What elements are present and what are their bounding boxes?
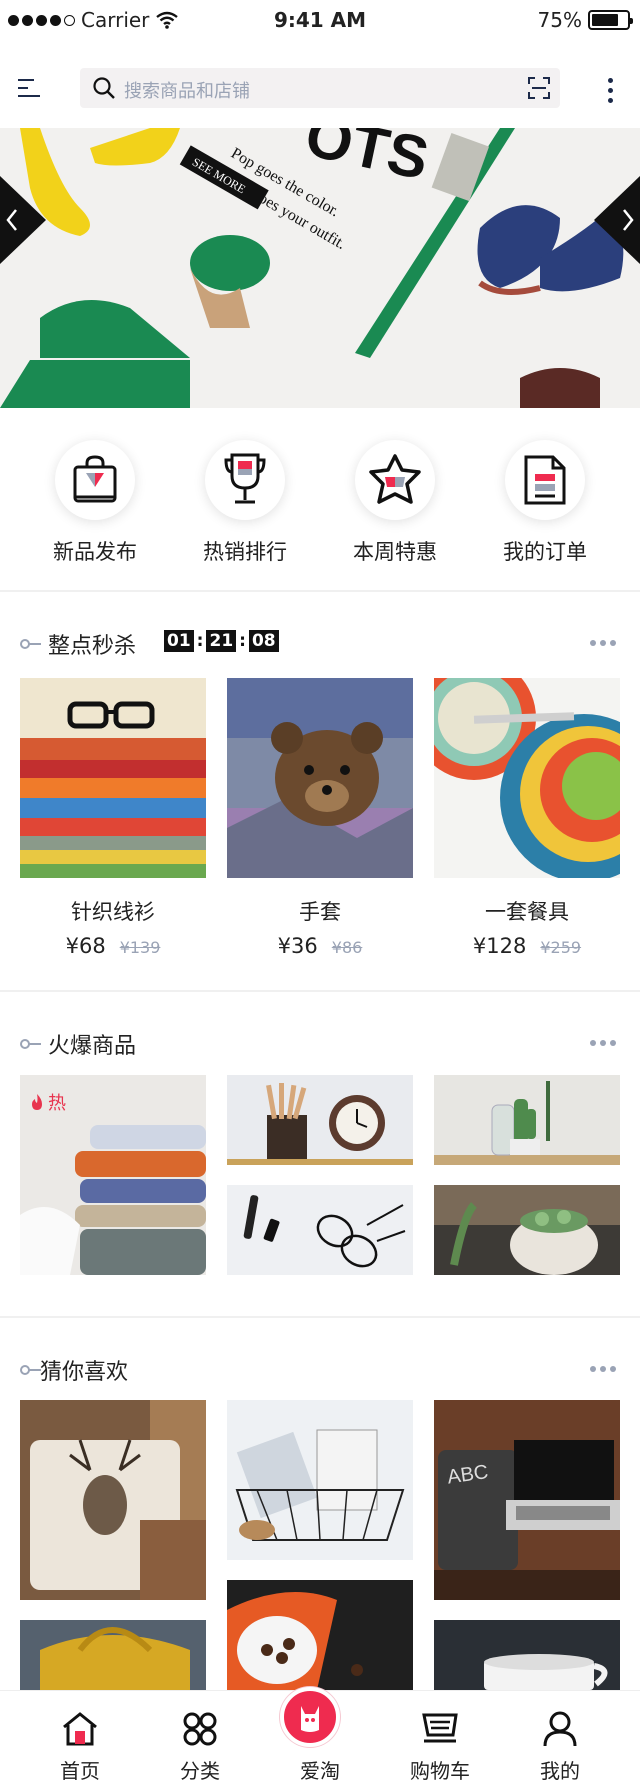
section-divider bbox=[0, 590, 640, 592]
product-price: ¥36 bbox=[277, 934, 318, 958]
hot-product-item[interactable] bbox=[227, 1075, 413, 1165]
hot-product-item[interactable] bbox=[434, 1185, 620, 1275]
center-cat-button[interactable] bbox=[280, 1687, 340, 1747]
hot-products-header: 火爆商品 bbox=[20, 1026, 620, 1062]
key-icon bbox=[20, 639, 41, 649]
shopping-bag-icon bbox=[73, 455, 117, 503]
quick-nav-label: 我的订单 bbox=[503, 540, 587, 564]
recommended-product[interactable] bbox=[227, 1580, 413, 1690]
section-divider bbox=[0, 990, 640, 992]
quick-nav-label: 新品发布 bbox=[53, 540, 137, 564]
recommended-product[interactable]: ABC bbox=[434, 1400, 620, 1600]
more-dots-icon[interactable] bbox=[590, 1366, 616, 1372]
tab-label: 爱淘 bbox=[300, 1759, 340, 1783]
key-icon bbox=[20, 1365, 41, 1375]
recommended-product[interactable] bbox=[20, 1620, 206, 1690]
quick-nav-weekly-deals[interactable]: 本周特惠 bbox=[320, 440, 470, 564]
hot-product-item[interactable] bbox=[227, 1185, 413, 1275]
banner-next-arrow-icon[interactable] bbox=[594, 176, 640, 264]
product-name: 一套餐具 bbox=[485, 900, 569, 924]
hot-product-featured[interactable]: 热 bbox=[20, 1075, 206, 1275]
product-card[interactable]: 一套餐具 ¥128 ¥259 bbox=[434, 678, 620, 958]
star-icon bbox=[369, 454, 421, 504]
hot-product-item[interactable] bbox=[434, 1075, 620, 1165]
timer-minutes: 21 bbox=[206, 630, 237, 652]
promo-banner[interactable]: OTS Pop goes the color. Bang goes your o… bbox=[0, 128, 640, 408]
hot-products-grid: 热 bbox=[20, 1075, 620, 1275]
status-bar: Carrier 9:41 AM 75% bbox=[0, 0, 640, 40]
section-title: 猜你喜欢 bbox=[40, 1360, 129, 1385]
tab-mine[interactable]: 我的 bbox=[520, 1709, 600, 1784]
quick-nav-my-orders[interactable]: 我的订单 bbox=[470, 440, 620, 564]
hot-tag-label: 热 bbox=[48, 1093, 66, 1114]
tab-label: 我的 bbox=[540, 1759, 580, 1783]
product-name: 针织线衫 bbox=[71, 900, 155, 924]
tab-label: 购物车 bbox=[410, 1759, 470, 1783]
product-image bbox=[20, 678, 206, 878]
banner-prev-arrow-icon[interactable] bbox=[0, 176, 46, 264]
recommendations-grid: ABC bbox=[20, 1400, 620, 1690]
category-icon bbox=[183, 1712, 217, 1746]
quick-nav-label: 本周特惠 bbox=[353, 540, 437, 564]
key-icon bbox=[20, 1039, 41, 1049]
quick-nav: 新品发布 热销排行 本周特惠 我的订单 bbox=[0, 440, 640, 564]
more-dots-icon[interactable] bbox=[590, 1040, 616, 1046]
product-image bbox=[227, 678, 413, 878]
quick-nav-label: 热销排行 bbox=[203, 540, 287, 564]
section-title: 整点秒杀 bbox=[48, 634, 137, 659]
product-card[interactable]: 针织线衫 ¥68 ¥139 bbox=[20, 678, 206, 958]
home-icon bbox=[63, 1712, 97, 1746]
banner-image: OTS Pop goes the color. Bang goes your o… bbox=[0, 128, 640, 408]
more-dots-icon[interactable] bbox=[590, 640, 616, 646]
product-name: 手套 bbox=[299, 900, 341, 924]
more-options-icon[interactable] bbox=[608, 74, 614, 103]
menu-icon[interactable] bbox=[18, 76, 42, 100]
tab-category[interactable]: 分类 bbox=[160, 1709, 240, 1784]
search-placeholder: 搜索商品和店铺 bbox=[124, 81, 250, 102]
document-icon bbox=[524, 455, 566, 505]
header: 搜索商品和店铺 bbox=[0, 66, 640, 110]
tab-label: 分类 bbox=[180, 1759, 220, 1783]
product-price: ¥68 bbox=[65, 934, 106, 958]
product-old-price: ¥139 bbox=[119, 938, 161, 957]
product-card[interactable]: 手套 ¥36 ¥86 bbox=[227, 678, 413, 958]
timer-seconds: 08 bbox=[248, 630, 279, 652]
tab-bar: 首页 分类 爱淘 购物车 我的 bbox=[0, 1687, 640, 1788]
search-icon bbox=[93, 77, 115, 99]
tab-center[interactable]: 爱淘 bbox=[280, 1687, 360, 1784]
recommended-product[interactable] bbox=[434, 1620, 620, 1690]
flash-sale-header: 整点秒杀 01: 21: 08 bbox=[20, 626, 620, 662]
hot-tag: 热 bbox=[30, 1089, 66, 1115]
product-price: ¥128 bbox=[472, 934, 527, 958]
product-image bbox=[434, 678, 620, 878]
quick-nav-bestsellers[interactable]: 热销排行 bbox=[170, 440, 320, 564]
flame-icon bbox=[32, 1094, 42, 1110]
recommended-product[interactable] bbox=[227, 1400, 413, 1560]
product-old-price: ¥86 bbox=[331, 938, 363, 957]
countdown-timer: 01: 21: 08 bbox=[164, 630, 279, 652]
search-bar[interactable]: 搜索商品和店铺 bbox=[80, 68, 560, 108]
trophy-icon bbox=[224, 453, 266, 504]
scan-icon[interactable] bbox=[528, 77, 550, 99]
product-old-price: ¥259 bbox=[540, 938, 582, 957]
section-divider bbox=[0, 1316, 640, 1318]
cart-icon bbox=[422, 1713, 458, 1743]
tab-label: 首页 bbox=[60, 1759, 100, 1783]
user-icon bbox=[543, 1711, 577, 1747]
recommendations-header: 猜你喜欢 bbox=[20, 1352, 620, 1388]
quick-nav-new-arrivals[interactable]: 新品发布 bbox=[20, 440, 170, 564]
tab-cart[interactable]: 购物车 bbox=[400, 1709, 480, 1784]
timer-hours: 01 bbox=[164, 630, 194, 652]
tab-home[interactable]: 首页 bbox=[40, 1709, 120, 1784]
cat-icon bbox=[301, 1706, 319, 1732]
battery-percent: 75% bbox=[537, 8, 582, 32]
recommended-product[interactable] bbox=[20, 1400, 206, 1600]
section-title: 火爆商品 bbox=[48, 1034, 137, 1059]
flash-sale-list: 针织线衫 ¥68 ¥139 手套 ¥36 ¥86 一套餐具 ¥128 ¥259 bbox=[20, 678, 620, 958]
battery-icon bbox=[588, 10, 633, 30]
